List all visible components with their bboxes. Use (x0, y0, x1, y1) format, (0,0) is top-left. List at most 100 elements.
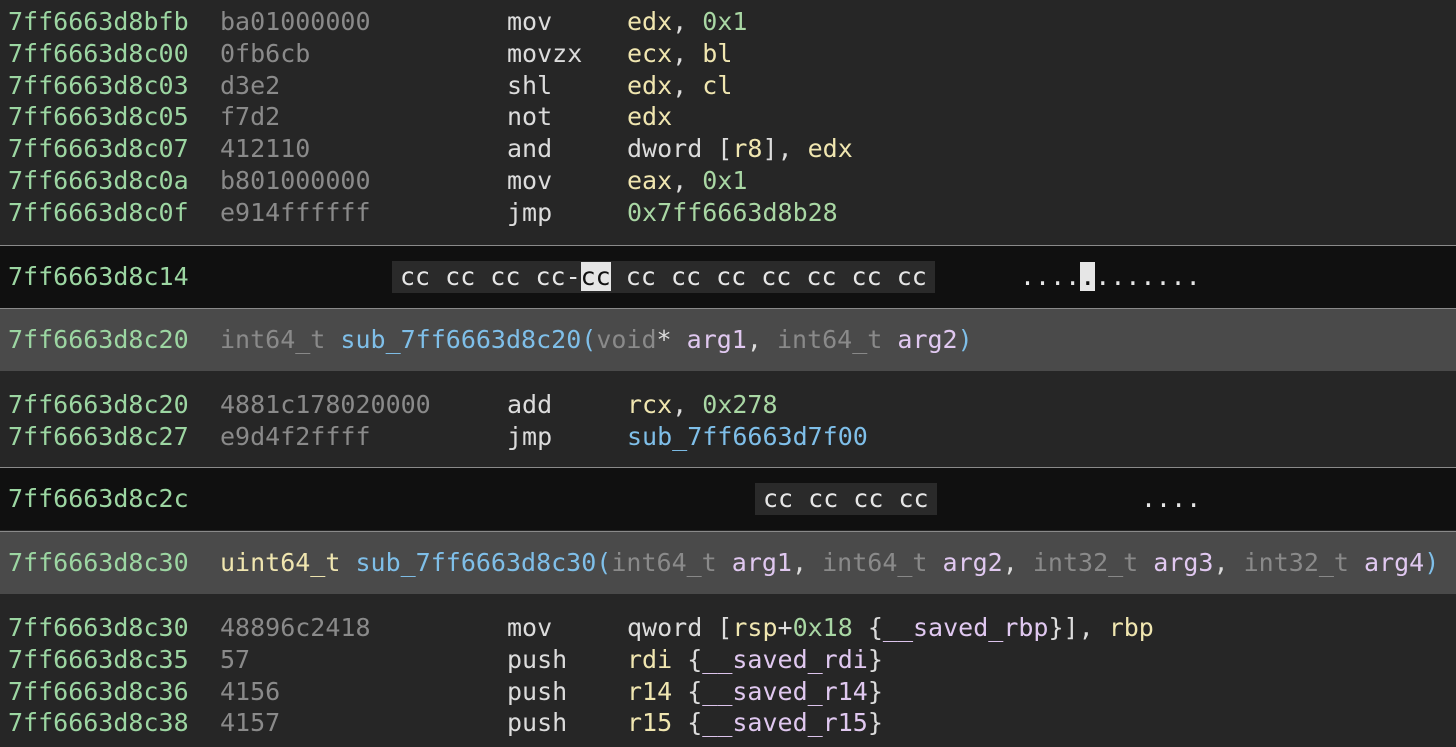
function-address[interactable]: 7ff6663d8c20 (8, 324, 189, 356)
instruction-operands[interactable]: rcx, 0x278 (627, 389, 778, 421)
operand-token[interactable]: __saved_rdi (702, 645, 868, 674)
signature-token[interactable]: ) (958, 325, 973, 354)
instruction-operands[interactable]: edx, 0x1 (627, 6, 747, 38)
instruction-operands[interactable]: dword [r8], edx (627, 133, 853, 165)
operand-token[interactable]: rcx (627, 390, 672, 419)
operand-token[interactable]: cl (702, 71, 732, 100)
data-gap-row-2[interactable]: 7ff6663d8c2c cc cc cc cc .... (0, 467, 1456, 530)
instruction-address[interactable]: 7ff6663d8c0f (8, 197, 189, 229)
operand-token[interactable]: 0x1 (702, 7, 747, 36)
operand-token[interactable]: r8 (732, 134, 762, 163)
operand-token[interactable]: edx (627, 7, 672, 36)
hex-bytes[interactable]: cc cc cc cc-cc cc cc cc cc cc cc cc (392, 261, 935, 293)
signature-token[interactable]: arg3 (1153, 548, 1213, 577)
instruction-operands[interactable]: ecx, bl (627, 38, 732, 70)
operand-token[interactable]: bl (702, 39, 732, 68)
instruction-address[interactable]: 7ff6663d8bfb (8, 6, 189, 38)
instruction-operands[interactable]: r15 {__saved_r15} (627, 707, 883, 739)
instruction-line[interactable]: 7ff6663d8c03 d3e2 shl edx, cl (0, 70, 1456, 102)
instruction-address[interactable]: 7ff6663d8c35 (8, 644, 189, 676)
instruction-line[interactable]: 7ff6663d8c27 e9d4f2ffff jmp sub_7ff6663d7f0… (0, 421, 1456, 453)
instruction-address[interactable]: 7ff6663d8c00 (8, 38, 189, 70)
operand-token[interactable]: 0x7ff6663d8b28 (627, 198, 838, 227)
function-address[interactable]: 7ff6663d8c30 (8, 547, 189, 579)
instruction-line[interactable]: 7ff6663d8bfb ba01000000 mov edx, 0x1 (0, 6, 1456, 38)
operand-token[interactable]: eax (627, 166, 672, 195)
function-signature[interactable]: uint64_t sub_7ff6663d8c30(int64_t arg1, … (220, 547, 1439, 579)
instruction-operands[interactable]: edx (627, 101, 672, 133)
address[interactable]: 7ff6663d8c2c (8, 483, 189, 515)
operand-token[interactable]: rsp (732, 613, 777, 642)
instruction-line[interactable]: 7ff6663d8c30 48896c2418 mov qword [rsp+0x18… (0, 612, 1456, 644)
operand-token[interactable]: __saved_r15 (702, 708, 868, 737)
operand-token[interactable]: r15 (627, 708, 672, 737)
instruction-line[interactable]: 7ff6663d8c35 57 push rdi {__saved_rdi} (0, 644, 1456, 676)
signature-token[interactable]: ( (596, 548, 611, 577)
operand-token[interactable]: __saved_rbp (883, 613, 1049, 642)
instruction-line[interactable]: 7ff6663d8c20 4881c178020000 add rcx, 0x278 (0, 389, 1456, 421)
signature-token[interactable]: int32_t (1033, 548, 1153, 577)
instruction-operands[interactable]: edx, cl (627, 70, 732, 102)
function-signature[interactable]: int64_t sub_7ff6663d8c20(void* arg1, int… (220, 324, 973, 356)
operand-token[interactable]: ecx (627, 39, 672, 68)
operand-token[interactable]: __saved_r14 (702, 677, 868, 706)
operand-token[interactable]: 0x278 (702, 390, 777, 419)
hex-byte-selected[interactable]: cc (580, 262, 611, 291)
instruction-line[interactable]: 7ff6663d8c07 412110 and dword [r8], edx (0, 133, 1456, 165)
data-gap-row-1[interactable]: 7ff6663d8c14 cc cc cc cc-cc cc cc cc cc … (0, 245, 1456, 308)
instruction-line[interactable]: 7ff6663d8c0a b801000000 mov eax, 0x1 (0, 165, 1456, 197)
instruction-line[interactable]: 7ff6663d8c0f e914ffffff jmp 0x7ff6663d8b28 (0, 197, 1456, 229)
signature-token[interactable]: int64_t (611, 548, 731, 577)
instruction-address[interactable]: 7ff6663d8c20 (8, 389, 189, 421)
ascii-bytes[interactable]: .... (1141, 483, 1201, 515)
operand-token[interactable]: rbp (1109, 613, 1154, 642)
instruction-line[interactable]: 7ff6663d8c00 0fb6cb movzx ecx, bl (0, 38, 1456, 70)
instruction-address[interactable]: 7ff6663d8c38 (8, 707, 189, 739)
signature-token[interactable]: arg2 (943, 548, 1003, 577)
signature-token[interactable]: ) (1424, 548, 1439, 577)
instruction-line[interactable]: 7ff6663d8c38 4157 push r15 {__saved_r15} (0, 707, 1456, 739)
instruction-operands[interactable]: r14 {__saved_r14} (627, 676, 883, 708)
signature-token[interactable]: arg2 (897, 325, 957, 354)
instruction-operands[interactable]: qword [rsp+0x18 {__saved_rbp}], rbp (627, 612, 1154, 644)
instruction-address[interactable]: 7ff6663d8c05 (8, 101, 189, 133)
ascii-bytes[interactable]: ............ (1020, 261, 1201, 293)
instruction-address[interactable]: 7ff6663d8c36 (8, 676, 189, 708)
function-header-1[interactable]: 7ff6663d8c20 int64_t sub_7ff6663d8c20(vo… (0, 308, 1456, 371)
instruction-address[interactable]: 7ff6663d8c03 (8, 70, 189, 102)
hex-bytes[interactable]: cc cc cc cc (755, 483, 937, 515)
signature-token[interactable]: int32_t (1244, 548, 1364, 577)
instruction-address[interactable]: 7ff6663d8c0a (8, 165, 189, 197)
function-header-2[interactable]: 7ff6663d8c30 uint64_t sub_7ff6663d8c30(i… (0, 531, 1456, 594)
signature-token[interactable]: sub_7ff6663d8c20 (340, 325, 581, 354)
instruction-line[interactable]: 7ff6663d8c05 f7d2 not edx (0, 101, 1456, 133)
operand-token[interactable]: 0x18 (793, 613, 853, 642)
operand-token[interactable]: rdi (627, 645, 672, 674)
operand-token[interactable]: edx (808, 134, 853, 163)
instruction-address[interactable]: 7ff6663d8c27 (8, 421, 189, 453)
operand-token[interactable]: r14 (627, 677, 672, 706)
signature-token[interactable]: arg4 (1364, 548, 1424, 577)
signature-token[interactable]: ( (581, 325, 596, 354)
operand-token[interactable]: 0x1 (702, 166, 747, 195)
signature-token[interactable]: sub_7ff6663d8c30 (355, 548, 596, 577)
signature-token[interactable]: void (596, 325, 656, 354)
operand-token[interactable]: edx (627, 102, 672, 131)
signature-token[interactable]: int64_t (822, 548, 942, 577)
operand-token[interactable]: sub_7ff6663d7f00 (627, 422, 868, 451)
signature-token[interactable]: arg1 (732, 548, 792, 577)
disassembly-view[interactable]: 7ff6663d8bfb ba01000000 mov edx, 0x1 7ff6663… (0, 0, 1456, 747)
instruction-operands[interactable]: eax, 0x1 (627, 165, 747, 197)
signature-token[interactable]: int64_t (777, 325, 897, 354)
address[interactable]: 7ff6663d8c14 (8, 261, 189, 293)
instruction-line[interactable]: 7ff6663d8c36 4156 push r14 {__saved_r14} (0, 676, 1456, 708)
instruction-address[interactable]: 7ff6663d8c30 (8, 612, 189, 644)
instruction-operands[interactable]: rdi {__saved_rdi} (627, 644, 883, 676)
signature-token[interactable]: int64_t (220, 325, 340, 354)
instruction-operands[interactable]: sub_7ff6663d7f00 (627, 421, 868, 453)
signature-token[interactable]: arg1 (687, 325, 747, 354)
signature-token[interactable]: uint64_t (220, 548, 355, 577)
operand-token[interactable]: edx (627, 71, 672, 100)
instruction-address[interactable]: 7ff6663d8c07 (8, 133, 189, 165)
instruction-operands[interactable]: 0x7ff6663d8b28 (627, 197, 838, 229)
